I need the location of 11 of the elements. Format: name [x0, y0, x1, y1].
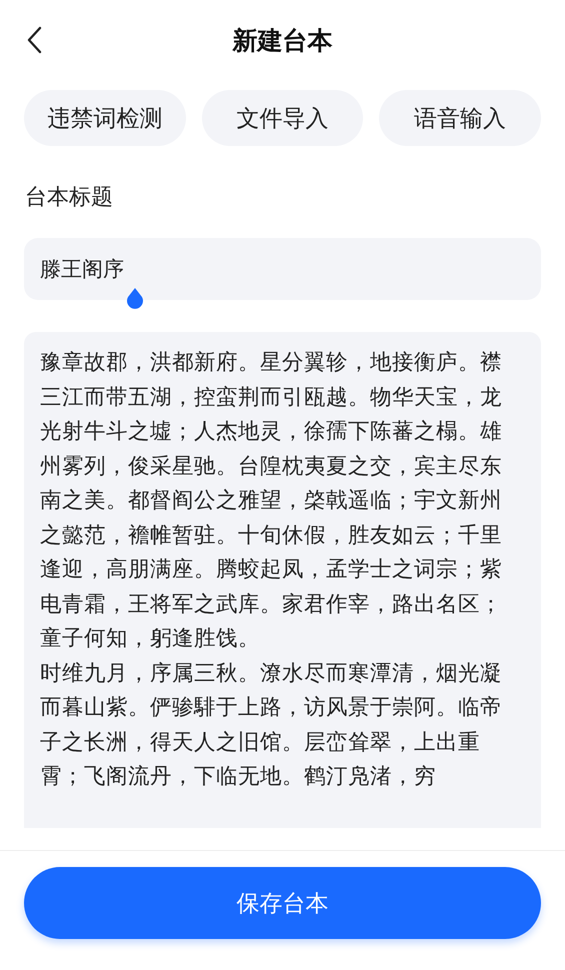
save-button[interactable]: 保存台本	[24, 867, 541, 939]
title-input[interactable]: 滕王阁序	[24, 238, 541, 300]
script-paragraph: 豫章故郡，洪都新府。星分翼轸，地接衡庐。襟三江而带五湖，控蛮荆而引瓯越。物华天宝，龙光射牛斗之墟；人杰地灵，徐孺下陈蕃之榻。雄州雾列，俊采星驰。台隍枕夷夏之交，宾主尽东南之美。都督阎公之雅望，棨戟遥临；宇文新州之懿范，襜帷暂驻。十旬休假，胜友如云；千里逢迎，高朋满座。腾蛟起凤，孟学士之词宗；紫电青霜，王将军之武库。家君作宰，路出名区；童子何知，躬逢胜饯。	[40, 349, 503, 653]
action-button[interactable]: 违禁词检测	[24, 90, 186, 146]
page-title: 新建台本	[232, 24, 332, 56]
action-button[interactable]: 文件导入	[202, 90, 364, 146]
field-label: 台本标题	[25, 184, 114, 212]
action-button[interactable]: 语音输入	[379, 90, 542, 146]
script-paragraph: 时维九月，序属三秋。潦水尽而寒潭清，烟光凝而暮山紫。俨骖騑于上路，访风景于崇阿。临帝子之长洲，得天人之旧馆。层峦耸翠，上出重霄；飞阁流丹，下临无地。鹤汀凫渚，穷	[40, 660, 503, 791]
cursor-handle-icon[interactable]	[126, 288, 144, 310]
back-icon[interactable]	[26, 26, 42, 54]
